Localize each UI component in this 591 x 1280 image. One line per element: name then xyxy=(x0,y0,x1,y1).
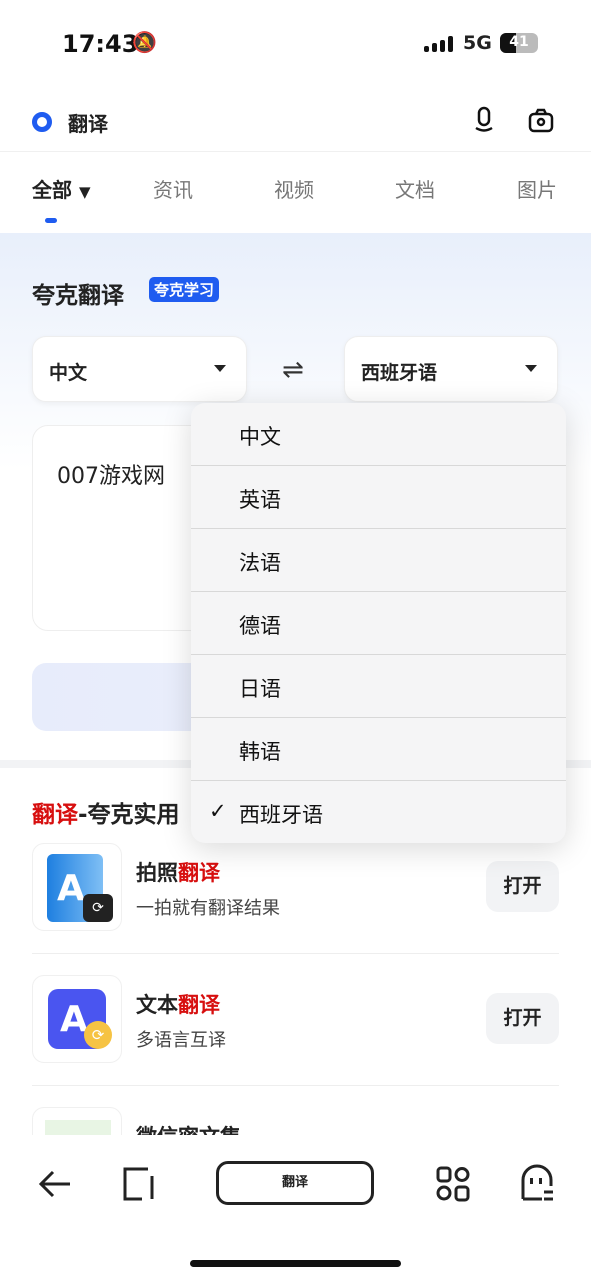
caret-down-icon xyxy=(525,365,537,372)
signal-icon xyxy=(424,36,453,52)
text-translate-icon: A ⟳ xyxy=(32,975,122,1063)
bottom-nav xyxy=(0,1135,591,1280)
tab-images[interactable]: 图片 xyxy=(517,174,557,203)
back-arrow-icon[interactable] xyxy=(38,1168,72,1200)
caret-down-icon: ▼ xyxy=(78,183,91,201)
tool-item-photo-translate[interactable]: A ⟳ 拍照翻译 一拍就有翻译结果 打开 xyxy=(32,843,559,931)
photo-translate-icon: A ⟳ xyxy=(32,843,122,931)
language-option[interactable]: 英语 xyxy=(191,466,566,529)
home-indicator[interactable] xyxy=(190,1260,401,1267)
status-time: 17:43 xyxy=(62,30,139,58)
camera-icon[interactable] xyxy=(528,108,554,134)
tool-item-text-translate[interactable]: A ⟳ 文本翻译 多语言互译 打开 xyxy=(32,975,559,1063)
divider xyxy=(0,151,591,152)
language-option[interactable]: 法语 xyxy=(191,529,566,592)
address-bar[interactable]: 翻译 xyxy=(216,1161,374,1205)
tool-title: 拍照翻译 xyxy=(136,861,220,885)
bell-muted-icon: 🔕 xyxy=(132,30,157,54)
source-language: 中文 xyxy=(49,362,88,384)
source-language-select[interactable]: 中文 xyxy=(32,336,247,402)
tool-title: 文本翻译 xyxy=(136,993,220,1017)
tab-news[interactable]: 资讯 xyxy=(153,174,193,203)
language-option[interactable]: 德语 xyxy=(191,592,566,655)
input-text: 007游戏网 xyxy=(57,464,165,489)
tab-video[interactable]: 视频 xyxy=(274,174,314,203)
swap-languages-icon[interactable]: ⇌ xyxy=(282,355,304,385)
caret-down-icon xyxy=(214,365,226,372)
profile-ghost-icon[interactable] xyxy=(520,1164,554,1202)
open-button[interactable]: 打开 xyxy=(486,993,559,1044)
battery-level: 41 xyxy=(509,34,529,50)
network-type: 5G xyxy=(463,32,492,54)
tab-label: 全部 xyxy=(32,178,72,202)
status-bar: 17:43 🔕 5G 41 xyxy=(0,0,591,80)
checkmark-icon: ✓ xyxy=(209,799,227,823)
language-option[interactable]: 日语 xyxy=(191,655,566,718)
battery-icon: 41 xyxy=(500,33,538,53)
language-option[interactable]: 中文 xyxy=(191,403,566,466)
quark-logo-icon xyxy=(32,112,52,132)
divider xyxy=(32,1085,559,1086)
divider xyxy=(32,953,559,954)
tool-subtitle: 多语言互译 xyxy=(136,1030,226,1051)
target-language-select[interactable]: 西班牙语 xyxy=(344,336,558,402)
microphone-icon[interactable] xyxy=(474,106,494,134)
tool-subtitle: 一拍就有翻译结果 xyxy=(136,898,280,919)
section-title: 翻译-夸克实用 xyxy=(32,802,180,828)
source-badge: 夸克学习 xyxy=(149,277,220,302)
target-language: 西班牙语 xyxy=(361,362,438,384)
language-option[interactable]: 韩语 xyxy=(191,718,566,781)
tabs-icon[interactable] xyxy=(122,1166,156,1202)
active-tab-indicator xyxy=(45,218,57,223)
search-query[interactable]: 翻译 xyxy=(68,108,108,137)
tab-all[interactable]: 全部 ▼ xyxy=(32,174,91,203)
apps-grid-icon[interactable] xyxy=(436,1166,470,1202)
tab-docs[interactable]: 文档 xyxy=(395,174,435,203)
language-dropdown: 中文 英语 法语 德语 日语 韩语 ✓ 西班牙语 xyxy=(191,403,566,843)
language-option-selected[interactable]: ✓ 西班牙语 xyxy=(191,781,566,843)
translator-title: 夸克翻译 xyxy=(32,283,124,309)
open-button[interactable]: 打开 xyxy=(486,861,559,912)
